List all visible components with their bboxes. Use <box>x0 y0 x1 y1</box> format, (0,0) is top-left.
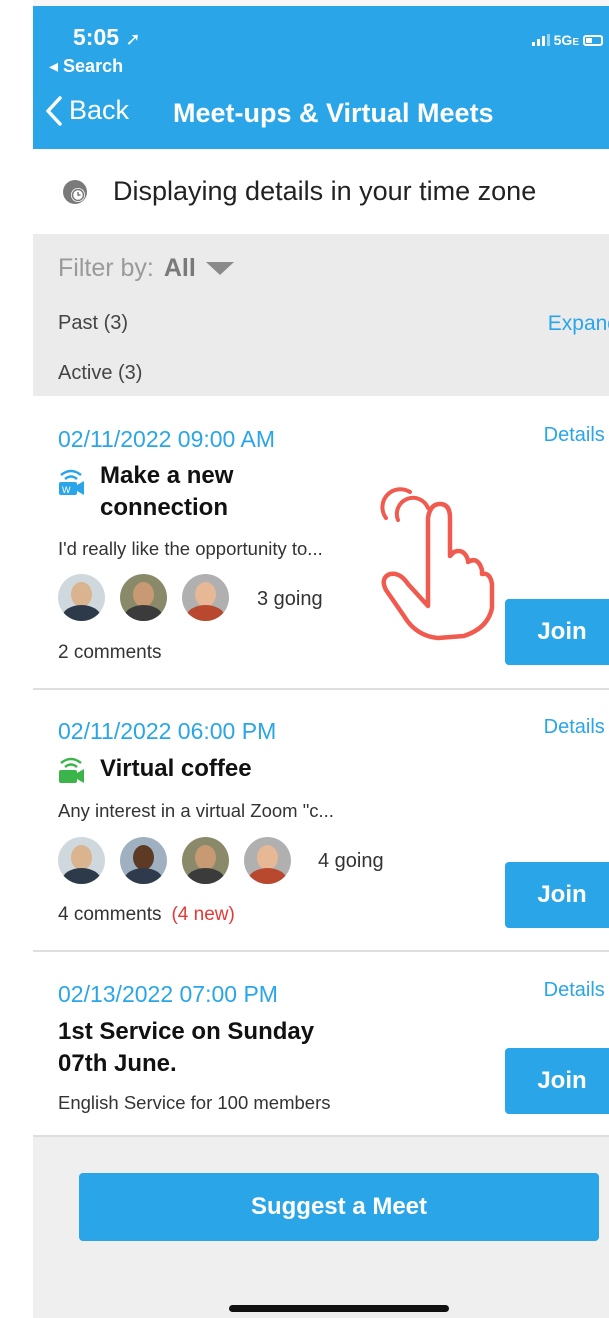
back-label: Back <box>69 95 130 125</box>
meet-description: English Service for 100 members <box>58 1092 331 1113</box>
join-button[interactable]: Join <box>505 599 609 665</box>
join-button[interactable]: Join <box>505 1048 609 1114</box>
attendee-avatars[interactable] <box>58 574 229 621</box>
active-section-label: Active (3) <box>58 362 143 384</box>
tap-hand-icon <box>380 487 495 641</box>
attendee-avatars[interactable] <box>58 837 291 884</box>
meet-date: 02/13/2022 07:00 PM <box>58 981 278 1007</box>
header: 5:05 ➚ ◂ Search 5GE Back Meet-ups & Virt… <box>33 6 609 149</box>
bottom-area: Suggest a Meet <box>33 1137 609 1318</box>
svg-text:W: W <box>62 485 71 495</box>
meet-card[interactable]: 02/11/2022 06:00 PM Details › Virtual co… <box>33 690 609 952</box>
virtual-meet-icon: W <box>59 469 84 495</box>
avatar <box>182 574 229 621</box>
timezone-text: Displaying details in your time zone <box>113 176 537 206</box>
comments-count[interactable]: 4 comments (4 new) <box>58 904 235 926</box>
meet-date: 02/11/2022 09:00 AM <box>58 426 275 452</box>
meet-card[interactable]: 02/13/2022 07:00 PM Details › 1st Servic… <box>33 952 609 1137</box>
caret-down-icon <box>205 262 234 275</box>
status-time: 5:05 ➚ <box>73 24 141 50</box>
past-section-label[interactable]: Past (3) <box>58 312 128 335</box>
meet-description: I'd really like the opportunity to... <box>58 538 323 559</box>
filter-value: All <box>163 254 196 282</box>
back-button[interactable]: Back <box>45 95 129 126</box>
page-title: Meet-ups & Virtual Meets <box>173 98 494 128</box>
timezone-banner: Displaying details in your time zone <box>33 149 609 234</box>
meet-date: 02/11/2022 06:00 PM <box>58 718 277 744</box>
avatar <box>58 837 105 884</box>
chevron-left-icon <box>46 95 62 126</box>
going-count: 3 going <box>257 588 323 610</box>
details-link[interactable]: Details › <box>544 716 609 739</box>
network-label: 5GE <box>553 32 579 48</box>
expand-link[interactable]: Expand <box>548 312 609 336</box>
meet-card[interactable]: 02/11/2022 09:00 AM Details › W Make a n… <box>33 396 609 690</box>
suggest-meet-button[interactable]: Suggest a Meet <box>79 1173 599 1241</box>
avatar <box>182 837 229 884</box>
location-arrow-icon: ➚ <box>125 29 141 49</box>
avatar <box>120 574 167 621</box>
new-comments-badge: (4 new) <box>171 904 235 925</box>
avatar <box>58 574 105 621</box>
avatar <box>244 837 291 884</box>
meet-description: Any interest in a virtual Zoom "c... <box>58 800 334 821</box>
avatar <box>120 837 167 884</box>
phone-screen: 5:05 ➚ ◂ Search 5GE Back Meet-ups & Virt… <box>33 0 609 1318</box>
details-link[interactable]: Details › <box>544 424 609 447</box>
meet-title: Virtual coffee <box>100 755 252 782</box>
going-count: 4 going <box>318 850 384 872</box>
details-link[interactable]: Details › <box>544 979 609 1002</box>
signal-icon <box>531 34 550 46</box>
join-button[interactable]: Join <box>505 862 609 928</box>
clock-globe-icon <box>63 179 87 204</box>
comments-count[interactable]: 2 comments <box>58 642 161 664</box>
filter-section: Filter by: All Past (3) Expand Active (3… <box>33 234 609 396</box>
battery-icon <box>583 34 603 46</box>
meet-title: 1st Service on Sunday 07th June. <box>58 1018 315 1077</box>
meet-title: Make a new connection <box>100 462 234 521</box>
status-back-to-app[interactable]: ◂ Search <box>49 56 123 77</box>
status-indicators: 5GE <box>531 32 603 48</box>
filter-label: Filter by: <box>58 254 154 282</box>
home-indicator[interactable] <box>229 1305 449 1312</box>
filter-dropdown[interactable]: Filter by: All <box>58 254 234 283</box>
zoom-wifi-icon <box>59 757 84 783</box>
